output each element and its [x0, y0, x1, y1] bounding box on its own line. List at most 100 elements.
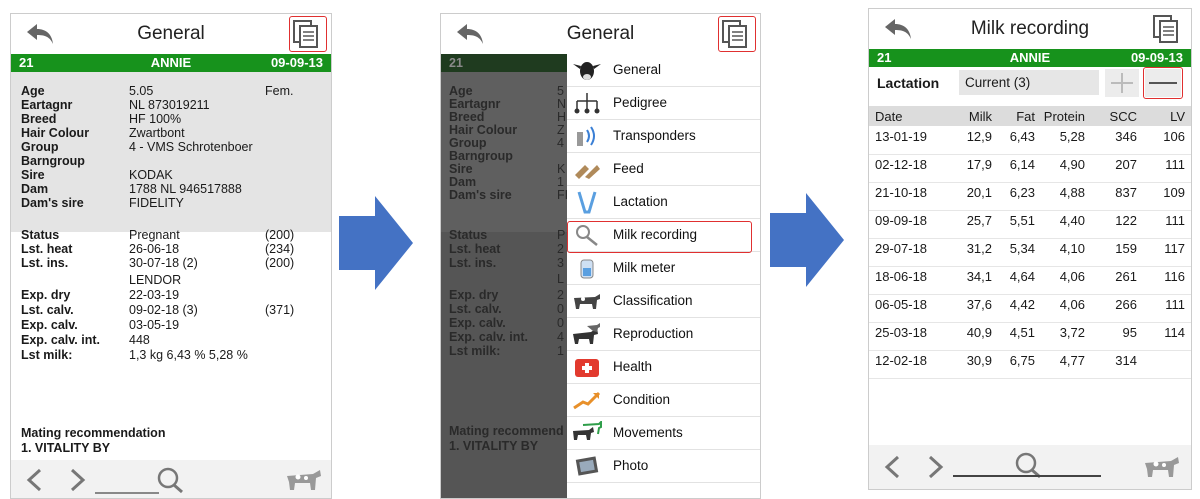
header-date: 09-09-13 [1130, 50, 1183, 65]
detail-label: Eartagnr [449, 97, 501, 111]
column-header: LV [1170, 109, 1185, 124]
column-header: SCC [1109, 109, 1137, 124]
status-label: Exp. calv. int. [449, 330, 528, 344]
detail-label: Sire [449, 162, 473, 176]
table-row[interactable]: 21-10-18 20,1 6,23 4,88 837 109 [869, 182, 1191, 211]
status-value: 03-05-19 [129, 318, 180, 332]
cell-date: 06-05-18 [875, 297, 928, 312]
menu-item-milk-meter[interactable]: Milk meter [567, 252, 760, 285]
plus-icon[interactable] [1105, 69, 1139, 97]
table-row[interactable]: 13-01-19 12,9 6,43 5,28 346 106 [869, 126, 1191, 155]
next-icon[interactable] [67, 468, 87, 492]
menu-item-lactation[interactable]: Lactation [567, 186, 760, 219]
detail-label: Age [21, 84, 45, 98]
cow-icon[interactable] [1141, 455, 1181, 479]
menu-item-transponders[interactable]: Transponders [567, 120, 760, 153]
health-icon [575, 359, 599, 377]
detail-label: Dam's sire [449, 188, 512, 202]
detail-value: KODAK [129, 168, 173, 182]
previous-icon[interactable] [883, 455, 903, 479]
cell-date: 02-12-18 [875, 157, 928, 172]
search-icon[interactable] [155, 466, 185, 494]
milk-recording-screen: Milk recording 21 ANNIE 09-09-13 Lactati… [868, 8, 1192, 490]
menu-item-label: Lactation [613, 194, 668, 209]
table-row[interactable]: 12-02-18 30,9 6,75 4,77 314 [869, 350, 1191, 379]
detail-label: Group [21, 140, 59, 154]
mating-title: Mating recommend [449, 424, 564, 438]
condition-icon [573, 391, 601, 410]
column-header: Milk [968, 109, 992, 124]
menu-item-health[interactable]: Health [567, 351, 760, 384]
cell-fat: 6,23 [1009, 185, 1035, 200]
table-row[interactable]: 02-12-18 17,9 6,14 4,90 207 111 [869, 154, 1191, 183]
lactation-label: Lactation [877, 75, 940, 91]
cow-icon[interactable] [283, 468, 323, 492]
menu-item-label: Transponders [613, 128, 696, 143]
menu-item-condition[interactable]: Condition [567, 384, 760, 417]
cell-lv: 109 [1163, 185, 1185, 200]
animal-header: 21 ANNIE 09-09-13 [869, 49, 1191, 67]
cell-milk: 34,1 [966, 269, 992, 284]
cell-lv: 106 [1163, 129, 1185, 144]
detail-label: Sire [21, 168, 45, 182]
menu-item-feed[interactable]: Feed [567, 153, 760, 186]
status-label: Lst milk: [21, 348, 73, 362]
menu-item-pedigree[interactable]: Pedigree [567, 87, 760, 120]
top-bar: Milk recording [869, 9, 1191, 49]
cell-lv: 116 [1164, 269, 1185, 284]
table-row[interactable]: 18-06-18 34,1 4,64 4,06 261 116 [869, 266, 1191, 295]
status-value: Pregnant [129, 228, 180, 242]
previous-icon[interactable] [25, 468, 45, 492]
detail-label: Age [449, 84, 473, 98]
detail-value: 4 - VMS Schrotenboer [129, 140, 253, 154]
detail-label: Breed [449, 110, 485, 124]
detail-label: Barngroup [21, 154, 85, 168]
table-header: Date Milk Fat Protein SCC LV [869, 106, 1191, 126]
table-row[interactable]: 06-05-18 37,6 4,42 4,06 266 111 [869, 294, 1191, 323]
menu-item-movements[interactable]: Movements [567, 417, 760, 450]
cell-scc: 122 [1115, 213, 1137, 228]
cell-date: 18-06-18 [875, 269, 928, 284]
cell-protein: 4,06 [1059, 269, 1085, 284]
menu-item-reproduction[interactable]: Reproduction [567, 318, 760, 351]
column-header: Date [875, 109, 903, 124]
menu-item-label: Reproduction [613, 326, 694, 341]
milk-meter-icon [580, 259, 594, 279]
status-label: Exp. dry [449, 288, 499, 302]
top-bar: General [441, 14, 760, 54]
detail-value: K [557, 162, 566, 176]
table-row[interactable]: 25-03-18 40,9 4,51 3,72 95 114 [869, 322, 1191, 351]
table-row[interactable]: 29-07-18 31,2 5,34 4,10 159 117 [869, 238, 1191, 267]
cell-milk: 30,9 [966, 353, 992, 368]
status-extra: (200) [265, 228, 295, 242]
status-label: Lst milk: [449, 344, 501, 358]
menu-item-label: Milk meter [613, 260, 676, 275]
cell-scc: 159 [1115, 241, 1137, 256]
status-value: 4 [557, 330, 564, 344]
menu-item-photo[interactable]: Photo [567, 450, 760, 483]
cell-scc: 261 [1115, 269, 1137, 284]
detail-value: Zwartbont [129, 126, 185, 140]
cell-date: 29-07-18 [875, 241, 928, 256]
menu-item-label: Classification [613, 293, 693, 308]
general-screen: General 21 ANNIE 09-09-13 Age 5.05 Fem. … [10, 13, 332, 499]
cell-fat: 4,42 [1009, 297, 1035, 312]
next-icon[interactable] [925, 455, 945, 479]
status-label: Lst. ins. [449, 256, 497, 270]
status-label: Exp. calv. [449, 316, 506, 330]
table-row[interactable]: 09-09-18 25,7 5,51 4,40 122 111 [869, 210, 1191, 239]
reproduction-icon [573, 323, 600, 344]
menu-item-classification[interactable]: Classification [567, 285, 760, 318]
detail-value: N [557, 97, 567, 111]
cell-milk: 12,9 [966, 129, 992, 144]
cell-date: 13-01-19 [875, 129, 928, 144]
highlight-box [567, 221, 752, 253]
menu-item-label: Movements [613, 425, 683, 440]
menu-item-general[interactable]: General [567, 54, 760, 87]
status-extra: (371) [265, 303, 295, 317]
navigation-menu: General Pedigree Transponders Feed Lacta… [567, 54, 760, 498]
lactation-icon [577, 191, 597, 214]
detail-value: NL 873019211 [129, 98, 210, 112]
lactation-select[interactable]: Current (3) [959, 70, 1099, 95]
copy-icon[interactable] [1151, 14, 1181, 44]
